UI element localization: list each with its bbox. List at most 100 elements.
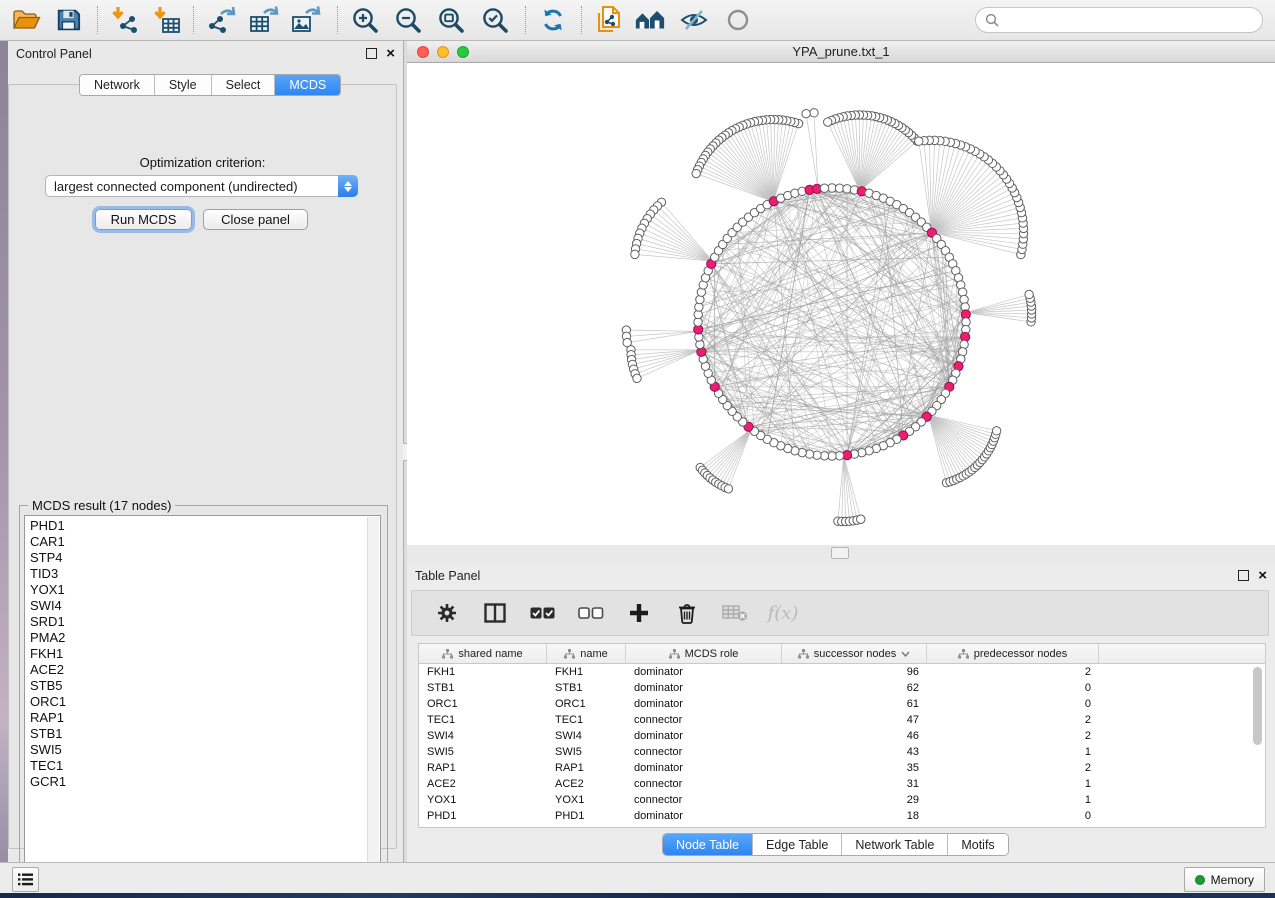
search-field[interactable]	[975, 7, 1263, 33]
node-table[interactable]: shared namenameMCDS rolesuccessor nodesp…	[418, 643, 1266, 828]
mcds-result-item[interactable]: GCR1	[30, 774, 380, 790]
table-row[interactable]: RAP1RAP1dominator352	[419, 760, 1265, 776]
network-canvas[interactable]	[407, 63, 1275, 545]
table-cell: 46	[782, 730, 927, 742]
mcds-result-item[interactable]: CAR1	[30, 534, 380, 550]
float-panel-icon[interactable]	[1238, 570, 1249, 581]
mcds-result-item[interactable]: YOX1	[30, 582, 380, 598]
mcds-result-item[interactable]: SWI5	[30, 742, 380, 758]
tab-motifs[interactable]: Motifs	[948, 834, 1007, 855]
mcds-result-item[interactable]: STP4	[30, 550, 380, 566]
horizontal-splitter-handle[interactable]	[831, 547, 849, 559]
import-network-icon[interactable]	[108, 5, 140, 35]
control-panel-title: Control Panel	[16, 47, 92, 61]
network-window-titlebar[interactable]: YPA_prune.txt_1	[407, 41, 1275, 63]
mcds-result-item[interactable]: PHD1	[30, 518, 380, 534]
mcds-result-item[interactable]: STB5	[30, 678, 380, 694]
zoom-in-icon[interactable]	[349, 5, 381, 35]
table-cell: 18	[782, 810, 927, 822]
tab-mcds[interactable]: MCDS	[275, 75, 340, 95]
table-cell: STB1	[419, 682, 547, 694]
table-scrollbar-thumb[interactable]	[1253, 667, 1262, 745]
mcds-result-item[interactable]: RAP1	[30, 710, 380, 726]
add-column-icon[interactable]	[626, 600, 652, 626]
column-header-predecessor-nodes[interactable]: predecessor nodes	[927, 644, 1099, 663]
gear-icon[interactable]	[434, 600, 460, 626]
function-builder-icon[interactable]: f(x)	[770, 600, 796, 626]
table-row[interactable]: STB1STB1dominator620	[419, 680, 1265, 696]
search-input[interactable]	[1004, 12, 1262, 28]
deselect-all-icon[interactable]	[578, 600, 604, 626]
close-panel-icon[interactable]: ×	[386, 49, 395, 59]
mcds-result-item[interactable]: FKH1	[30, 646, 380, 662]
table-row[interactable]: TEC1TEC1connector472	[419, 712, 1265, 728]
eye-icon[interactable]	[722, 5, 754, 35]
table-cell: dominator	[626, 666, 782, 678]
table-row[interactable]: FKH1FKH1dominator962	[419, 664, 1265, 680]
export-table-icon[interactable]	[248, 5, 280, 35]
mcds-result-item[interactable]: TEC1	[30, 758, 380, 774]
optimization-criterion-select[interactable]: largest connected component (undirected)	[45, 175, 358, 197]
table-row[interactable]: SWI5SWI5connector431	[419, 744, 1265, 760]
table-cell: SWI5	[547, 746, 626, 758]
table-cell: 62	[782, 682, 927, 694]
table-cell: dominator	[626, 810, 782, 822]
import-table-icon[interactable]	[150, 5, 182, 35]
tab-node-table[interactable]: Node Table	[663, 834, 753, 855]
mcds-result-group: MCDS result (17 nodes) PHD1CAR1STP4TID3Y…	[19, 505, 388, 875]
export-network-icon[interactable]	[207, 5, 239, 35]
column-header-name[interactable]: name	[547, 644, 626, 663]
table-row[interactable]: ACE2ACE2connector311	[419, 776, 1265, 792]
run-mcds-button[interactable]: Run MCDS	[95, 209, 192, 230]
close-panel-icon[interactable]: ×	[1258, 571, 1267, 581]
new-network-from-selection-icon[interactable]	[593, 5, 625, 35]
table-row[interactable]: YOX1YOX1connector291	[419, 792, 1265, 808]
table-cell: 31	[782, 778, 927, 790]
table-cell: YOX1	[547, 794, 626, 806]
open-file-icon[interactable]	[10, 5, 42, 35]
delete-table-icon[interactable]	[722, 600, 748, 626]
mcds-result-item[interactable]: TID3	[30, 566, 380, 582]
network-window: YPA_prune.txt_1	[407, 41, 1275, 545]
mcds-result-item[interactable]: ORC1	[30, 694, 380, 710]
delete-icon[interactable]	[674, 600, 700, 626]
zoom-fit-icon[interactable]	[435, 5, 467, 35]
export-image-icon[interactable]	[290, 5, 322, 35]
tab-style[interactable]: Style	[155, 75, 212, 95]
table-panel-titlebar: Table Panel ×	[407, 563, 1275, 588]
network-graph[interactable]	[407, 63, 1275, 545]
mcds-list-scrollbar[interactable]	[367, 517, 379, 866]
mcds-result-item[interactable]: PMA2	[30, 630, 380, 646]
column-header-mcds-role[interactable]: MCDS role	[626, 644, 782, 663]
mcds-result-item[interactable]: SWI4	[30, 598, 380, 614]
mcds-result-item[interactable]: ACE2	[30, 662, 380, 678]
tab-network-table[interactable]: Network Table	[842, 834, 948, 855]
optimization-criterion-label: Optimization criterion:	[9, 155, 396, 170]
memory-button[interactable]: Memory	[1184, 867, 1265, 892]
task-history-button[interactable]	[12, 867, 39, 892]
zoom-out-icon[interactable]	[392, 5, 424, 35]
mcds-result-item[interactable]: STB1	[30, 726, 380, 742]
save-session-icon[interactable]	[52, 5, 84, 35]
table-row[interactable]: SWI4SWI4dominator462	[419, 728, 1265, 744]
refresh-icon[interactable]	[537, 5, 569, 35]
float-panel-icon[interactable]	[366, 48, 377, 59]
table-row[interactable]: PHD1PHD1dominator180	[419, 808, 1265, 824]
column-header-successor-nodes[interactable]: successor nodes	[782, 644, 927, 663]
table-cell: 2	[927, 730, 1099, 742]
tab-edge-table[interactable]: Edge Table	[753, 834, 842, 855]
select-all-icon[interactable]	[530, 600, 556, 626]
eye-slash-icon[interactable]	[678, 5, 710, 35]
mcds-result-item[interactable]: SRD1	[30, 614, 380, 630]
tab-network[interactable]: Network	[80, 75, 155, 95]
control-panel-tabs: NetworkStyleSelectMCDS	[79, 74, 341, 96]
table-cell: 0	[927, 682, 1099, 694]
main-toolbar	[0, 0, 1275, 41]
home-networks-icon[interactable]	[634, 5, 666, 35]
split-panel-icon[interactable]	[482, 600, 508, 626]
tab-select[interactable]: Select	[212, 75, 276, 95]
zoom-selected-icon[interactable]	[479, 5, 511, 35]
column-header-shared-name[interactable]: shared name	[419, 644, 547, 663]
close-panel-button[interactable]: Close panel	[203, 209, 308, 230]
table-row[interactable]: ORC1ORC1dominator610	[419, 696, 1265, 712]
